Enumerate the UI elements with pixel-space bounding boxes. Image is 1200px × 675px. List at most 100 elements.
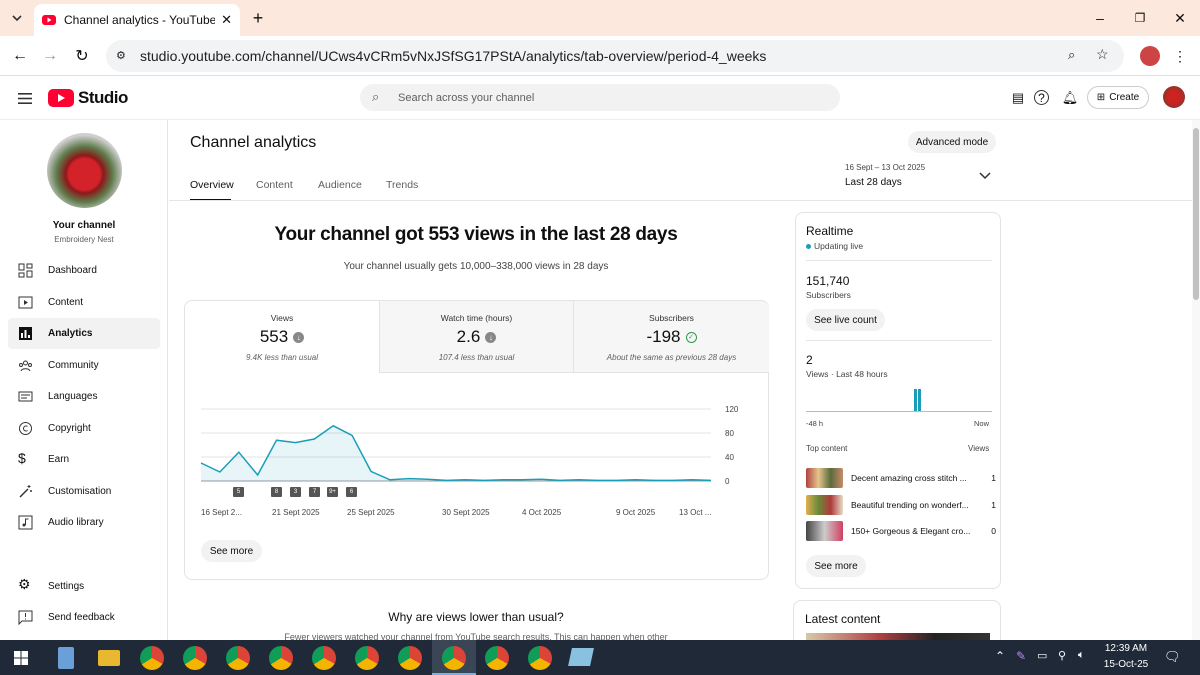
sidebar-item-earn[interactable]: $ Earn: [8, 444, 160, 475]
studio-logo[interactable]: Studio: [48, 88, 128, 108]
taskbar-time[interactable]: 12:39 AM: [1100, 643, 1152, 654]
y-tick-0: 0: [725, 477, 730, 486]
realtime-bar[interactable]: [914, 389, 917, 411]
battery-icon[interactable]: ▭: [1037, 649, 1047, 662]
chrome-icon[interactable]: [226, 646, 250, 670]
period-label[interactable]: Last 28 days: [845, 177, 902, 188]
volume-icon[interactable]: 🔈︎: [1078, 649, 1085, 662]
sidebar-item-send-feedback[interactable]: Send feedback: [8, 602, 160, 633]
forward-icon[interactable]: →: [40, 46, 60, 66]
minimize-icon[interactable]: –: [1090, 8, 1110, 28]
tab-audience[interactable]: Audience: [318, 179, 362, 191]
publish-marker[interactable]: 6: [346, 487, 357, 497]
new-tab-icon[interactable]: +: [248, 8, 268, 28]
feedback-icon: [18, 610, 33, 625]
chrome-icon[interactable]: [528, 646, 552, 670]
video-thumbnail: [806, 521, 843, 541]
period-dropdown-icon[interactable]: [979, 172, 991, 180]
publish-marker[interactable]: 9+: [327, 487, 338, 497]
calculator-icon[interactable]: [58, 647, 74, 669]
top-content-row[interactable]: Decent amazing cross stitch ... 1: [806, 467, 996, 489]
sidebar-item-languages[interactable]: Languages: [8, 381, 160, 412]
close-tab-icon[interactable]: ✕: [221, 12, 232, 28]
hamburger-menu-icon[interactable]: [14, 88, 36, 108]
tab-list-icon[interactable]: [6, 8, 28, 28]
profile-avatar[interactable]: [1140, 46, 1160, 66]
sidebar-item-customisation[interactable]: Customisation: [8, 476, 160, 507]
chrome-icon[interactable]: [140, 646, 164, 670]
chrome-icon[interactable]: [312, 646, 336, 670]
chrome-icon[interactable]: [485, 646, 509, 670]
x-tick-label: 25 Sept 2025: [347, 508, 395, 517]
tab-trends[interactable]: Trends: [386, 179, 418, 191]
search-placeholder: Search across your channel: [398, 91, 535, 104]
notifications-icon[interactable]: 🔔︎: [1060, 88, 1080, 108]
taskbar-date[interactable]: 15-Oct-25: [1100, 659, 1152, 670]
sidebar-item-audio-library[interactable]: Audio library: [8, 507, 160, 538]
scrollbar-thumb[interactable]: [1193, 128, 1199, 300]
active-taskbar-item[interactable]: [432, 640, 476, 675]
pen-icon[interactable]: ✎: [1016, 649, 1026, 663]
sidebar-item-copyright[interactable]: Copyright: [8, 413, 160, 444]
address-bar[interactable]: ⚙ studio.youtube.com/channel/UCws4vCRm5v…: [106, 40, 1124, 72]
publish-marker[interactable]: 8: [271, 487, 282, 497]
help-icon[interactable]: ?: [1034, 90, 1049, 105]
subscriber-label: Subscribers: [806, 290, 851, 300]
windows-start-icon[interactable]: [14, 651, 28, 665]
close-window-icon[interactable]: ✕: [1170, 8, 1190, 28]
reload-icon[interactable]: ↻: [72, 46, 92, 66]
latest-content-card: Latest content: [793, 600, 1001, 640]
views-area: [201, 425, 711, 481]
chrome-icon[interactable]: [355, 646, 379, 670]
restore-icon[interactable]: ❐: [1130, 8, 1150, 28]
divider: [806, 260, 992, 261]
browser-menu-icon[interactable]: ⋮: [1170, 46, 1190, 66]
search-input[interactable]: ⌕ Search across your channel: [360, 84, 840, 111]
tray-chevron-icon[interactable]: ⌃: [995, 649, 1005, 663]
sidebar-item-content[interactable]: Content: [8, 287, 160, 318]
create-button[interactable]: ⊞ Create: [1087, 86, 1149, 109]
zoom-icon[interactable]: ⌕: [1068, 47, 1075, 63]
chrome-icon[interactable]: [183, 646, 207, 670]
site-info-icon[interactable]: ⚙: [116, 49, 126, 62]
y-tick-120: 120: [725, 405, 739, 414]
back-icon[interactable]: ←: [10, 46, 30, 66]
scrollbar-track[interactable]: [1192, 120, 1200, 640]
realtime-bar[interactable]: [918, 389, 921, 411]
top-content-row[interactable]: 150+ Gorgeous & Elegant cro... 0: [806, 520, 996, 542]
top-content-row[interactable]: Beautiful trending on wonderf... 1: [806, 494, 996, 516]
see-more-button[interactable]: See more: [201, 540, 262, 562]
chrome-icon[interactable]: [269, 646, 293, 670]
content-icon: [18, 296, 33, 309]
channel-avatar[interactable]: [47, 133, 122, 208]
date-range[interactable]: 16 Sept – 13 Oct 2025: [845, 163, 925, 172]
sidebar-item-community[interactable]: Community: [8, 350, 160, 381]
messages-icon[interactable]: ▤: [1008, 88, 1028, 108]
dashboard-icon: [18, 263, 33, 278]
browser-tab[interactable]: Channel analytics - YouTube Studio ✕: [34, 4, 240, 36]
see-live-count-button[interactable]: See live count: [806, 309, 885, 331]
file-explorer-icon[interactable]: [98, 650, 120, 666]
tab-content[interactable]: Content: [256, 179, 293, 191]
main-content: Channel analytics Advanced mode Overview…: [169, 120, 1192, 640]
notepad-icon[interactable]: [568, 648, 594, 666]
sidebar-item-analytics[interactable]: Analytics: [8, 318, 160, 349]
page-title: Channel analytics: [190, 134, 317, 151]
sidebar-item-dashboard[interactable]: Dashboard: [8, 255, 160, 286]
tab-overview[interactable]: Overview: [190, 179, 234, 191]
chrome-icon[interactable]: [398, 646, 422, 670]
bookmark-star-icon[interactable]: ☆: [1096, 46, 1109, 63]
publish-marker[interactable]: 5: [233, 487, 244, 497]
network-icon[interactable]: ⚲: [1058, 649, 1066, 662]
live-dot-icon: [806, 243, 811, 249]
publish-marker[interactable]: 7: [309, 487, 320, 497]
sidebar-item-settings[interactable]: ⚙ Settings: [8, 571, 160, 602]
account-avatar[interactable]: [1163, 86, 1185, 108]
why-text: Fewer viewers watched your channel from …: [284, 632, 668, 640]
latest-thumbnail[interactable]: [806, 633, 990, 640]
realtime-see-more-button[interactable]: See more: [806, 555, 866, 577]
chrome-icon[interactable]: [442, 646, 466, 670]
publish-marker[interactable]: 3: [290, 487, 301, 497]
advanced-mode-button[interactable]: Advanced mode: [908, 131, 996, 153]
notification-center-icon[interactable]: 🗨︎: [1164, 649, 1181, 665]
